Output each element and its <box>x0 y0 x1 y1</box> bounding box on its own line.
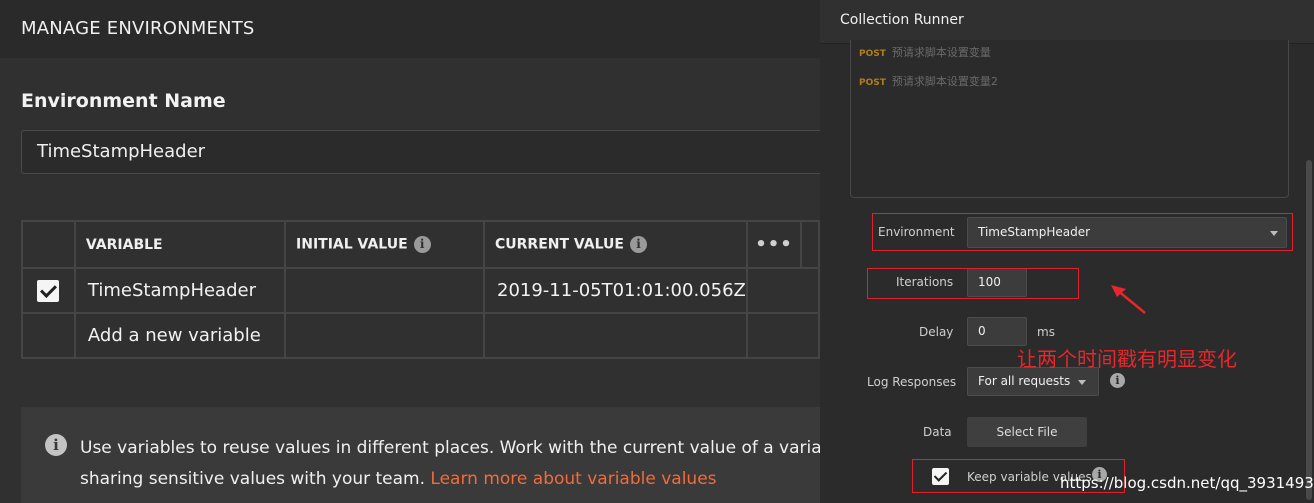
collection-runner-panel: Collection Runner POST 预请求脚本设置变量 POST 预请求脚… <box>820 0 1314 503</box>
log-responses-label: Log Responses <box>867 375 957 389</box>
highlight-box-environment <box>872 213 1293 251</box>
request-name: 预请求脚本设置变量 <box>891 46 991 59</box>
new-current-value-cell[interactable] <box>483 312 748 359</box>
help-line-2: sharing sensitive values with your team.… <box>80 469 717 489</box>
list-item[interactable]: POST 预请求脚本设置变量 <box>859 44 991 60</box>
initial-value-cell[interactable] <box>284 267 485 314</box>
log-responses-select-value: For all requests <box>978 374 1071 388</box>
info-icon[interactable]: i <box>629 236 647 253</box>
request-method: POST <box>859 78 886 88</box>
more-options-icon: ••• <box>755 234 793 255</box>
watermark: https://blog.csdn.net/qq_39314932 <box>1060 474 1314 492</box>
new-row-select-cell <box>21 312 76 359</box>
column-spacer <box>800 220 820 269</box>
table-row-new: Add a new variable <box>21 312 820 359</box>
variables-help-box: i Use variables to reuse values in diffe… <box>21 407 820 503</box>
manage-environments-panel: MANAGE ENVIRONMENTS Environment Name Tim… <box>0 0 820 503</box>
request-name: 预请求脚本设置变量2 <box>891 75 998 88</box>
environment-name-input[interactable]: TimeStampHeader <box>21 130 820 174</box>
manage-environments-title: MANAGE ENVIRONMENTS <box>21 18 255 39</box>
chevron-down-icon <box>1078 380 1086 385</box>
variable-cell[interactable]: TimeStampHeader <box>73 267 287 314</box>
select-file-button[interactable]: Select File <box>967 417 1087 447</box>
row-spacer <box>745 267 820 314</box>
annotation-text: 让两个时间戳有明显变化 <box>1017 347 1237 371</box>
data-label: Data <box>923 425 952 439</box>
help-text: Use variables to reuse values in differe… <box>80 433 820 495</box>
variable-column-header: VARIABLE <box>73 220 287 269</box>
environment-name-label: Environment Name <box>21 90 226 112</box>
add-variable-input[interactable]: Add a new variable <box>73 312 287 359</box>
current-value-cell[interactable]: 2019-11-05T01:01:00.056Z <box>483 267 748 314</box>
variables-table: VARIABLE INITIAL VALUE i CURRENT VALUE i •… <box>21 220 820 359</box>
info-icon[interactable]: i <box>1110 373 1125 388</box>
delay-unit: ms <box>1037 325 1055 339</box>
select-column-header <box>21 220 76 269</box>
initial-value-column-header: INITIAL VALUE i <box>284 220 485 269</box>
info-icon: i <box>45 434 67 456</box>
collection-runner-header: Collection Runner <box>820 0 1314 44</box>
request-method: POST <box>859 49 886 59</box>
more-options-button[interactable]: ••• <box>745 220 803 269</box>
table-row: TimeStampHeader 2019-11-05T01:01:00.056Z <box>21 267 820 314</box>
new-initial-value-cell[interactable] <box>284 312 485 359</box>
collection-runner-title: Collection Runner <box>840 12 964 28</box>
row-select-cell[interactable] <box>21 267 76 314</box>
variables-table-header: VARIABLE INITIAL VALUE i CURRENT VALUE i •… <box>21 220 820 269</box>
help-line-1: Use variables to reuse values in differe… <box>80 438 820 458</box>
delay-input[interactable]: 0 <box>967 317 1027 346</box>
highlight-box-iterations <box>867 268 1079 299</box>
current-value-column-header: CURRENT VALUE i <box>483 220 748 269</box>
list-item[interactable]: POST 预请求脚本设置变量2 <box>859 73 998 89</box>
annotation-arrow-icon <box>1111 285 1146 314</box>
row-checkbox[interactable] <box>37 279 60 302</box>
row-spacer <box>745 312 820 359</box>
info-icon[interactable]: i <box>413 236 431 253</box>
request-list: POST 预请求脚本设置变量 POST 预请求脚本设置变量2 <box>850 40 1289 198</box>
learn-more-link[interactable]: Learn more about variable values <box>430 469 716 489</box>
delay-label: Delay <box>919 325 954 339</box>
scrollbar[interactable] <box>1306 160 1312 500</box>
